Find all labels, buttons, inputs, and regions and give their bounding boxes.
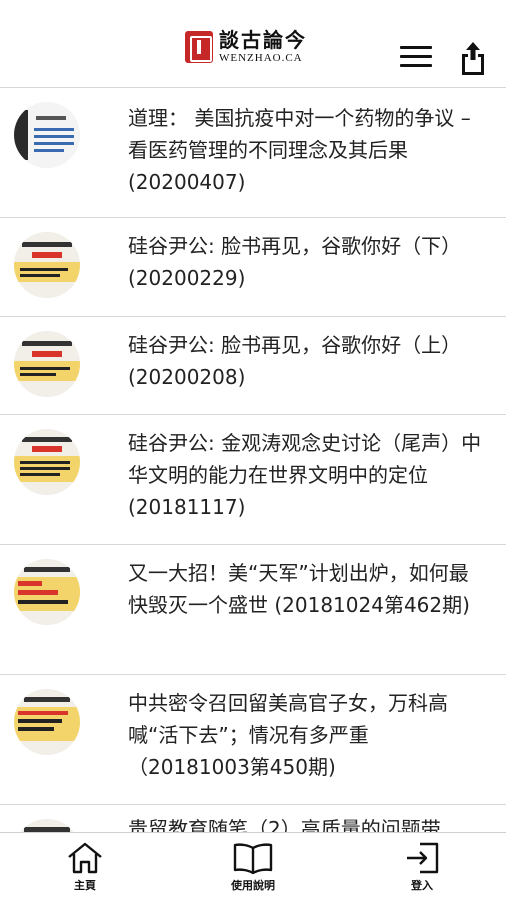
bottom-tab-bar: 主頁 使用說明 登入 — [0, 832, 506, 900]
article-thumbnail — [14, 102, 80, 168]
logo-text: 談古論今 WENZHAO.CA — [219, 30, 307, 64]
article-title[interactable]: 贵贸教育随笔（2）高质量的问题带 — [128, 813, 488, 832]
book-icon — [233, 843, 273, 875]
article-title[interactable]: 硅谷尹公: 脸书再见，谷歌你好（上）(20200208) — [128, 329, 488, 393]
tab-login-label: 登入 — [411, 879, 433, 892]
article-thumbnail — [14, 429, 80, 495]
tab-home[interactable]: 主頁 — [25, 833, 145, 900]
article-title[interactable]: 道理： 美国抗疫中对一个药物的争议 – 看医药管理的不同理念及其后果 (2020… — [128, 102, 488, 198]
article-title[interactable]: 硅谷尹公: 脸书再见，谷歌你好（下）(20200229) — [128, 230, 488, 294]
logo-seal-icon — [185, 31, 213, 63]
tab-instructions[interactable]: 使用說明 — [193, 833, 313, 900]
hamburger-menu-icon[interactable] — [400, 46, 434, 70]
site-logo[interactable]: 談古論今 WENZHAO.CA — [185, 27, 307, 67]
article-title[interactable]: 又一大招！美“天军”计划出炉，如何最快毁灭一个盛世 (20181024第462期… — [128, 557, 488, 621]
article-thumbnail — [14, 331, 80, 397]
list-item[interactable]: 硅谷尹公: 脸书再见，谷歌你好（下）(20200229) — [0, 218, 506, 317]
app-header: 談古論今 WENZHAO.CA — [0, 0, 506, 88]
list-item[interactable]: 中共密令召回留美高官子女，万科高喊“活下去”；情况有多严重（20181003第4… — [0, 675, 506, 805]
logo-domain: WENZHAO.CA — [219, 52, 303, 64]
list-item[interactable]: 又一大招！美“天军”计划出炉，如何最快毁灭一个盛世 (20181024第462期… — [0, 545, 506, 675]
article-thumbnail — [14, 689, 80, 755]
list-item[interactable]: 贵贸教育随笔（2）高质量的问题带 — [0, 805, 506, 832]
login-icon — [407, 842, 439, 874]
list-item[interactable]: 硅谷尹公: 金观涛观念史讨论（尾声）中华文明的能力在世界文明中的定位 (2018… — [0, 415, 506, 545]
tab-instructions-label: 使用說明 — [231, 879, 275, 892]
article-title[interactable]: 硅谷尹公: 金观涛观念史讨论（尾声）中华文明的能力在世界文明中的定位 (2018… — [128, 427, 488, 523]
logo-chinese-name: 談古論今 — [219, 28, 307, 52]
article-thumbnail — [14, 232, 80, 298]
list-item[interactable]: 道理： 美国抗疫中对一个药物的争议 – 看医药管理的不同理念及其后果 (2020… — [0, 88, 506, 218]
tab-login[interactable]: 登入 — [362, 833, 482, 900]
tab-home-label: 主頁 — [74, 879, 96, 892]
article-thumbnail — [14, 819, 80, 832]
list-item[interactable]: 硅谷尹公: 脸书再见，谷歌你好（上）(20200208) — [0, 317, 506, 415]
share-icon[interactable] — [458, 40, 488, 76]
home-icon — [68, 842, 102, 874]
article-thumbnail — [14, 559, 80, 625]
article-title[interactable]: 中共密令召回留美高官子女，万科高喊“活下去”；情况有多严重（20181003第4… — [128, 687, 488, 783]
article-list: 道理： 美国抗疫中对一个药物的争议 – 看医药管理的不同理念及其后果 (2020… — [0, 88, 506, 832]
